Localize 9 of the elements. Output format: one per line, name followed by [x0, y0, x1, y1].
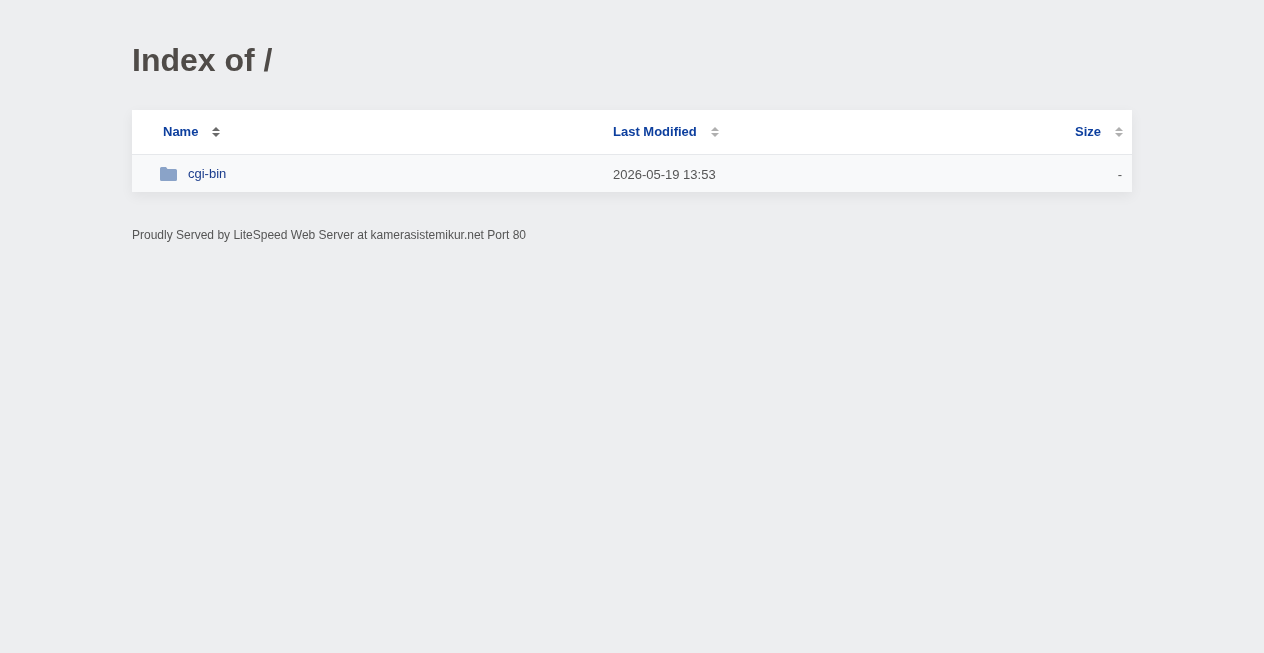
page-title: Index of / [132, 41, 273, 80]
footer-text: Proudly Served by LiteSpeed Web Server at kamerasistemikur.net Port 80 [132, 227, 526, 244]
column-header-link[interactable]: Name [163, 122, 199, 142]
table-cell: 2026-05-19 13:53 [613, 166, 716, 182]
column-header-link[interactable]: Size [1075, 122, 1101, 142]
file-link[interactable]: cgi-bin [188, 163, 227, 184]
table-cell: - [1117, 166, 1122, 182]
column-header-link[interactable]: Last Modified [613, 122, 697, 142]
folder-icon [160, 166, 177, 181]
